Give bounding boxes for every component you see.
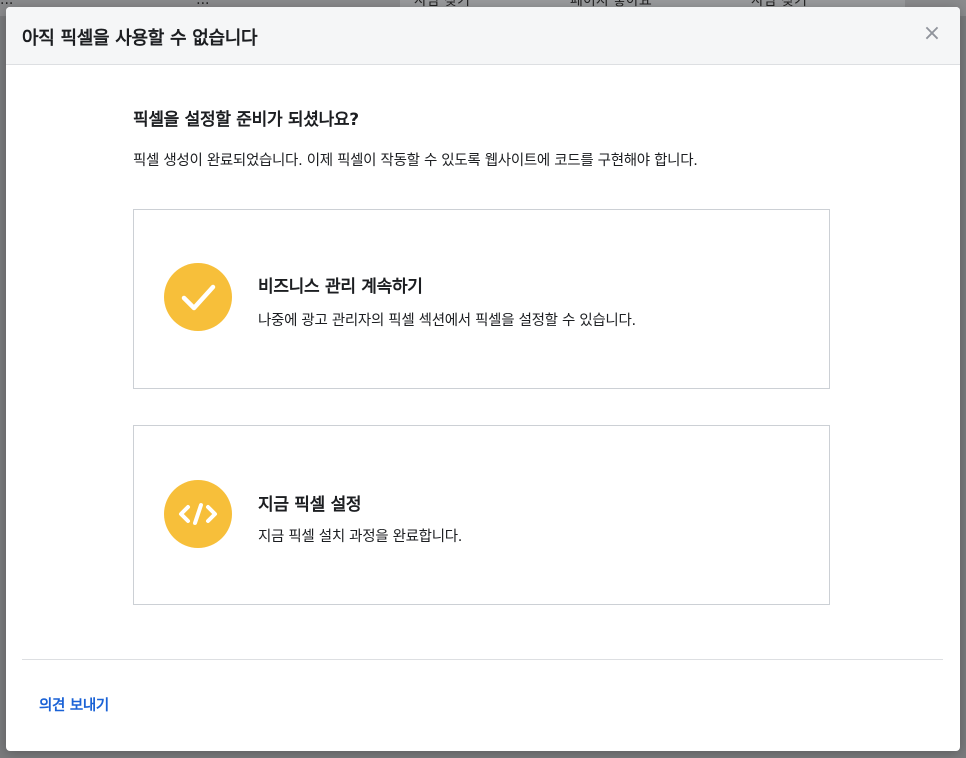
code-icon [164,480,232,548]
option-setup-pixel-now[interactable]: 지금 픽셀 설정 지금 픽셀 설치 과정을 완료합니다. [133,425,830,605]
dialog-title: 아직 픽셀을 사용할 수 없습니다 [22,28,258,49]
send-feedback-link[interactable]: 의견 보내기 [39,694,109,715]
option-description: 나중에 광고 관리자의 픽셀 섹션에서 픽셀을 설정할 수 있습니다. [258,313,636,329]
option-title: 비즈니스 관리 계속하기 [258,277,423,297]
option-description: 지금 픽셀 설치 과정을 완료합니다. [258,529,463,545]
section-description: 픽셀 생성이 완료되었습니다. 이제 픽셀이 작동할 수 있도록 웹사이트에 코… [133,153,698,169]
option-continue-business-manager[interactable]: 비즈니스 관리 계속하기 나중에 광고 관리자의 픽셀 섹션에서 픽셀을 설정할… [133,209,830,389]
option-title: 지금 픽셀 설정 [258,495,362,515]
close-icon[interactable]: × [922,23,942,45]
check-icon [164,263,232,331]
section-heading: 픽셀을 설정할 준비가 되셨나요? [133,110,359,130]
footer-divider [22,659,943,660]
dialog-header: 아직 픽셀을 사용할 수 없습니다 × [6,7,960,65]
pixel-setup-dialog: 아직 픽셀을 사용할 수 없습니다 × 픽셀을 설정할 준비가 되셨나요? 픽셀… [6,7,960,751]
